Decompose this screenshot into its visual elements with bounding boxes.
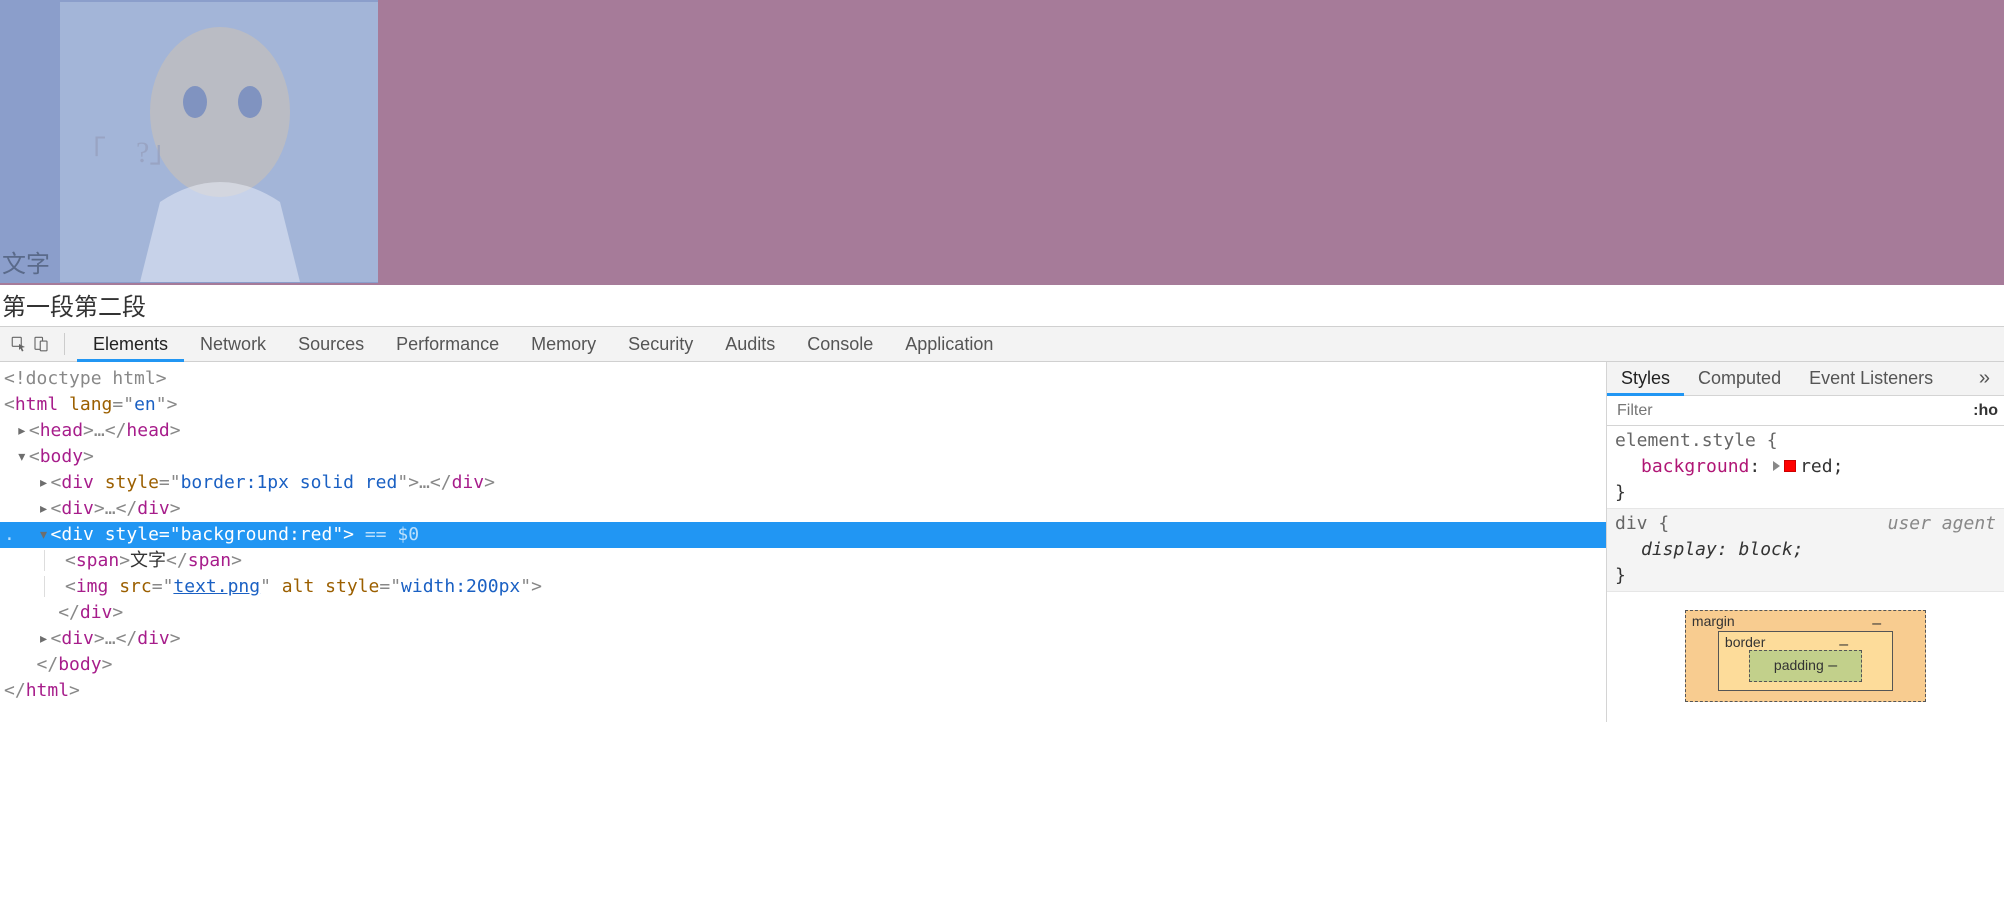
- tab-styles[interactable]: Styles: [1607, 362, 1684, 396]
- dom-html-open[interactable]: <html lang="en">: [0, 392, 1606, 418]
- separator: [64, 333, 65, 355]
- tab-computed[interactable]: Computed: [1684, 362, 1795, 396]
- dom-div4[interactable]: ▸<div>…</div>: [0, 626, 1606, 652]
- purple-container: 「 ?」 文字: [0, 0, 2004, 285]
- elements-tree[interactable]: <!doctype html> <html lang="en"> ▸<head>…: [0, 362, 1606, 722]
- paragraph-text: 第一段第二段: [0, 285, 2004, 326]
- filter-row: :ho: [1607, 396, 2004, 426]
- tab-network[interactable]: Network: [184, 326, 282, 362]
- rendered-page: 「 ?」 文字 第一段第二段: [0, 0, 2004, 326]
- tab-elements[interactable]: Elements: [77, 326, 184, 362]
- dom-html-close[interactable]: </html>: [0, 678, 1606, 704]
- tab-memory[interactable]: Memory: [515, 326, 612, 362]
- dom-div2[interactable]: ▸<div>…</div>: [0, 496, 1606, 522]
- tab-console[interactable]: Console: [791, 326, 889, 362]
- rule-element-style[interactable]: element.style { background: red; }: [1607, 426, 2004, 509]
- tab-performance[interactable]: Performance: [380, 326, 515, 362]
- device-toolbar-icon[interactable]: [30, 333, 52, 355]
- dom-doctype[interactable]: <!doctype html>: [0, 366, 1606, 392]
- anime-image: 「 ?」: [60, 2, 378, 282]
- svg-text:「 ?」: 「 ?」: [76, 136, 179, 169]
- tab-event-listeners[interactable]: Event Listeners: [1795, 362, 1947, 396]
- dom-img[interactable]: <img src="text.png" alt style="width:200…: [0, 574, 1606, 600]
- box-border: border – padding –: [1718, 631, 1893, 691]
- hov-toggle[interactable]: :ho: [1967, 402, 2004, 420]
- dom-div3-close[interactable]: </div>: [0, 600, 1606, 626]
- filter-input[interactable]: [1607, 397, 1967, 425]
- dom-body-close[interactable]: </body>: [0, 652, 1606, 678]
- color-swatch-icon[interactable]: [1784, 460, 1796, 472]
- tab-application[interactable]: Application: [889, 326, 1009, 362]
- dom-div1[interactable]: ▸<div style="border:1px solid red">…</di…: [0, 470, 1606, 496]
- dom-selected-div[interactable]: . ▾<div style="background:red"> == $0: [0, 522, 1606, 548]
- expand-value-icon[interactable]: [1773, 461, 1780, 471]
- dom-head[interactable]: ▸<head>…</head>: [0, 418, 1606, 444]
- dom-body-open[interactable]: ▾<body>: [0, 444, 1606, 470]
- tab-sources[interactable]: Sources: [282, 326, 380, 362]
- tab-audits[interactable]: Audits: [709, 326, 791, 362]
- tab-security[interactable]: Security: [612, 326, 709, 362]
- overlay-text: 文字: [2, 244, 50, 279]
- box-model[interactable]: margin – border – padding –: [1607, 592, 2004, 702]
- dom-span[interactable]: <span>文字</span>: [0, 548, 1606, 574]
- more-tabs-icon[interactable]: »: [1973, 367, 1996, 390]
- box-margin: margin – border – padding –: [1685, 610, 1926, 702]
- styles-sidebar: Styles Computed Event Listeners » :ho el…: [1606, 362, 2004, 722]
- rule-user-agent[interactable]: user agentdiv { display: block; }: [1607, 509, 2004, 592]
- inspect-icon[interactable]: [8, 333, 30, 355]
- style-rules: element.style { background: red; } user …: [1607, 426, 2004, 592]
- styles-tabs: Styles Computed Event Listeners »: [1607, 362, 2004, 396]
- box-padding: padding –: [1749, 650, 1862, 682]
- devtools-body: <!doctype html> <html lang="en"> ▸<head>…: [0, 362, 2004, 722]
- devtools-tabbar: Elements Network Sources Performance Mem…: [0, 326, 2004, 362]
- element-highlight-overlay: 「 ?」 文字: [0, 0, 378, 283]
